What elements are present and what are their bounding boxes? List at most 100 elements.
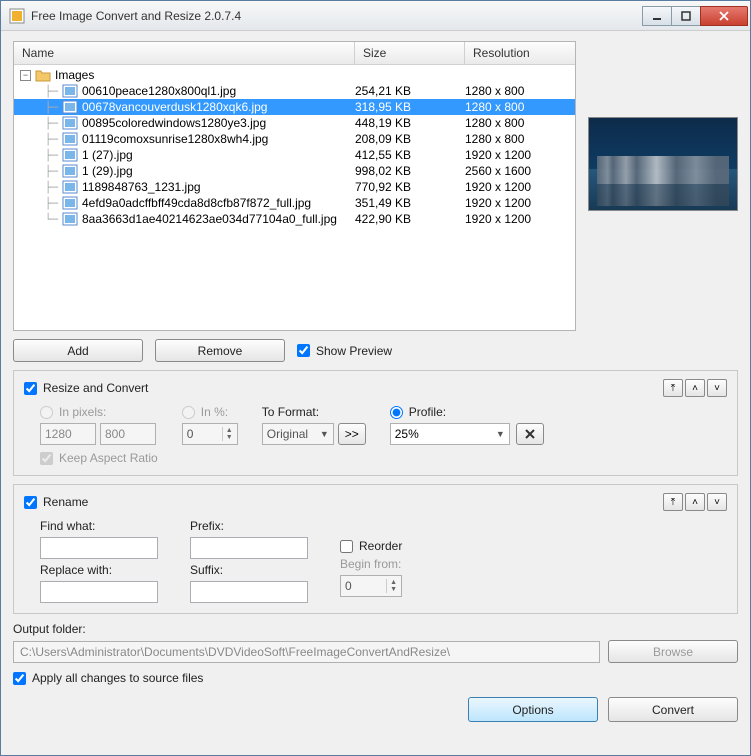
folder-label: Images (55, 68, 94, 82)
file-list[interactable]: Name Size Resolution − Images ├─00610pea… (13, 41, 576, 331)
file-size: 412,55 KB (355, 148, 465, 162)
spinner-icon[interactable]: ▲▼ (386, 579, 397, 593)
replace-with-input[interactable] (40, 581, 158, 603)
image-file-icon (62, 148, 78, 162)
expand-toggle[interactable]: − (20, 70, 31, 81)
nav-up-icon[interactable]: ˄ (685, 379, 705, 397)
file-resolution: 1280 x 800 (465, 84, 575, 98)
col-name[interactable]: Name (14, 42, 355, 64)
chevron-down-icon: ▼ (320, 429, 329, 439)
nav-down-icon[interactable]: ˅ (707, 379, 727, 397)
image-file-icon (62, 164, 78, 178)
file-row[interactable]: ├─00610peace1280x800ql1.jpg254,21 KB1280… (14, 83, 575, 99)
options-button[interactable]: Options (468, 697, 598, 722)
file-size: 351,49 KB (355, 196, 465, 210)
add-button[interactable]: Add (13, 339, 143, 362)
profile-select[interactable]: 25%▼ (390, 423, 510, 445)
tree-branch-icon: ├─ (14, 181, 62, 194)
nav-down-icon[interactable]: ˅ (707, 493, 727, 511)
file-row[interactable]: ├─00895coloredwindows1280ye3.jpg448,19 K… (14, 115, 575, 131)
output-folder-input[interactable]: C:\Users\Administrator\Documents\DVDVide… (13, 641, 600, 663)
resize-checkbox[interactable] (24, 382, 37, 395)
reorder-checkbox[interactable]: Reorder (340, 539, 402, 553)
prefix-input[interactable] (190, 537, 308, 559)
preview-pane (588, 41, 738, 331)
show-preview-input[interactable] (297, 344, 310, 357)
file-row[interactable]: └─8aa3663d1ae40214623ae034d77104a0_full.… (14, 211, 575, 227)
file-resolution: 1280 x 800 (465, 132, 575, 146)
file-row[interactable]: ├─ 4efd9a0adcffbff49cda8d8cfb87f872_full.… (14, 195, 575, 211)
file-row[interactable]: ├─1 (29).jpg998,02 KB2560 x 1600 (14, 163, 575, 179)
nav-top-icon[interactable]: ⤒ (663, 379, 683, 397)
apply-format-button[interactable]: >> (338, 423, 366, 445)
file-size: 318,95 KB (355, 100, 465, 114)
in-pixels-radio[interactable]: In pixels: (40, 405, 158, 419)
tree-branch-icon: ├─ (14, 101, 62, 114)
folder-row[interactable]: − Images (14, 67, 575, 83)
spinner-icon[interactable]: ▲▼ (222, 427, 233, 441)
titlebar: Free Image Convert and Resize 2.0.7.4 (1, 1, 750, 31)
pixels-group: In pixels: Keep Aspect Ratio (40, 405, 158, 465)
col-resolution[interactable]: Resolution (465, 42, 575, 64)
column-headers: Name Size Resolution (14, 42, 575, 65)
prefix-label: Prefix: (190, 519, 308, 533)
file-resolution: 1920 x 1200 (465, 148, 575, 162)
file-size: 254,21 KB (355, 84, 465, 98)
image-file-icon (62, 196, 78, 210)
output-folder-label: Output folder: (13, 622, 738, 636)
rename-toggle[interactable]: Rename (24, 495, 88, 509)
chevron-down-icon: ▼ (496, 429, 505, 439)
file-resolution: 1920 x 1200 (465, 180, 575, 194)
minimize-button[interactable] (642, 6, 672, 26)
file-name: 8aa3663d1ae40214623ae034d77104a0_full.jp… (82, 212, 355, 226)
x-icon (524, 428, 536, 440)
remove-button[interactable]: Remove (155, 339, 285, 362)
width-input[interactable] (40, 423, 96, 445)
file-name: 00678vancouverdusk1280xqk6.jpg (82, 100, 355, 114)
file-name: 00895coloredwindows1280ye3.jpg (82, 116, 355, 130)
preview-image (588, 117, 738, 211)
image-file-icon (62, 180, 78, 194)
percent-input[interactable]: 0▲▼ (182, 423, 238, 445)
resize-section: Resize and Convert ⤒ ˄ ˅ In pixels: Keep… (13, 370, 738, 476)
height-input[interactable] (100, 423, 156, 445)
file-name: 1 (29).jpg (82, 164, 355, 178)
tree-branch-icon: ├─ (14, 149, 62, 162)
reorder-group: Reorder Begin from: 0▲▼ (340, 519, 402, 603)
file-size: 770,92 KB (355, 180, 465, 194)
image-file-icon (62, 116, 78, 130)
file-row[interactable]: ├─1 (27).jpg412,55 KB1920 x 1200 (14, 147, 575, 163)
rename-checkbox[interactable] (24, 496, 37, 509)
keep-aspect-checkbox[interactable]: Keep Aspect Ratio (40, 451, 158, 465)
begin-from-label: Begin from: (340, 557, 402, 571)
file-size: 422,90 KB (355, 212, 465, 226)
nav-up-icon[interactable]: ˄ (685, 493, 705, 511)
delete-profile-button[interactable] (516, 423, 544, 445)
col-size[interactable]: Size (355, 42, 465, 64)
find-what-input[interactable] (40, 537, 158, 559)
begin-from-input[interactable]: 0▲▼ (340, 575, 402, 597)
maximize-button[interactable] (671, 6, 701, 26)
convert-button[interactable]: Convert (608, 697, 738, 722)
tree-branch-icon: ├─ (14, 197, 62, 210)
close-button[interactable] (700, 6, 748, 26)
browse-button[interactable]: Browse (608, 640, 738, 663)
file-name: 4efd9a0adcffbff49cda8d8cfb87f872_full.jp… (82, 196, 355, 210)
file-row[interactable]: ├─01119comoxsunrise1280x8wh4.jpg208,09 K… (14, 131, 575, 147)
suffix-input[interactable] (190, 581, 308, 603)
apply-all-checkbox[interactable]: Apply all changes to source files (13, 671, 738, 685)
window-controls (643, 6, 748, 26)
file-row[interactable]: ├─ 00678vancouverdusk1280xqk6.jpg318,95 K… (14, 99, 575, 115)
file-resolution: 2560 x 1600 (465, 164, 575, 178)
profile-radio[interactable]: Profile: (390, 405, 544, 419)
show-preview-checkbox[interactable]: Show Preview (297, 344, 392, 358)
file-tree: − Images ├─00610peace1280x800ql1.jpg254,… (14, 65, 575, 330)
resize-toggle[interactable]: Resize and Convert (24, 381, 148, 395)
format-select[interactable]: Original▼ (262, 423, 334, 445)
in-percent-radio[interactable]: In %: (182, 405, 238, 419)
file-actions: Add Remove Show Preview (13, 339, 738, 362)
prefix-suffix-group: Prefix: Suffix: (190, 519, 308, 603)
nav-top-icon[interactable]: ⤒ (663, 493, 683, 511)
file-name: 01119comoxsunrise1280x8wh4.jpg (82, 132, 355, 146)
file-row[interactable]: ├─1189848763_1231.jpg770,92 KB1920 x 120… (14, 179, 575, 195)
